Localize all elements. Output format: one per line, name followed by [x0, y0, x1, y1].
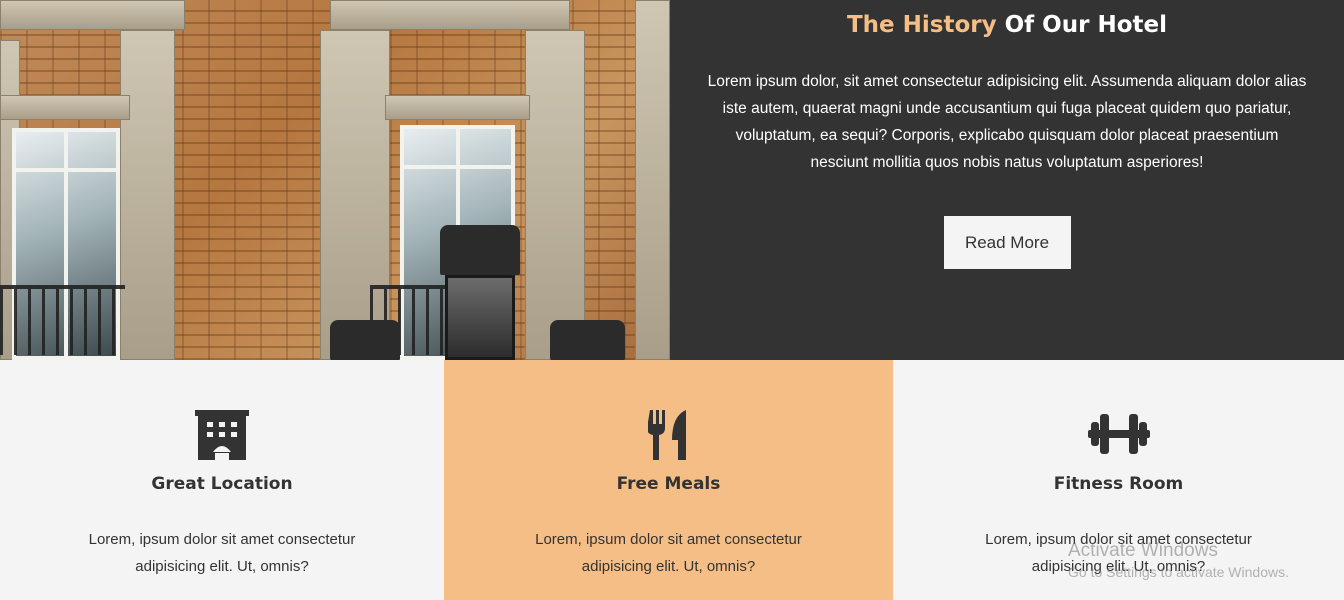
history-title-accent: The History: [846, 12, 997, 38]
feature-title: Free Meals: [616, 474, 721, 494]
history-title-rest: Of Our Hotel: [996, 12, 1167, 38]
feature-card-meals: Free Meals Lorem, ipsum dolor sit amet c…: [444, 360, 893, 600]
features-section: Great Location Lorem, ipsum dolor sit am…: [0, 360, 1344, 600]
utensils-icon: [646, 410, 690, 460]
dumbbell-icon: [1087, 410, 1150, 460]
hotel-facade-image: [0, 0, 670, 360]
history-section: The History Of Our Hotel Lorem ipsum dol…: [0, 0, 1344, 360]
feature-text: Lorem, ipsum dolor sit amet consectetur …: [985, 531, 1252, 575]
building-icon: [195, 410, 249, 460]
feature-title: Fitness Room: [1053, 474, 1184, 494]
feature-text: Lorem, ipsum dolor sit amet consectetur …: [88, 531, 356, 575]
read-more-button[interactable]: Read More: [943, 216, 1071, 269]
feature-card-fitness: Fitness Room Lorem, ipsum dolor sit amet…: [893, 360, 1344, 600]
history-title: The History Of Our Hotel: [670, 10, 1344, 40]
feature-title: Great Location: [151, 474, 293, 494]
feature-card-location: Great Location Lorem, ipsum dolor sit am…: [0, 360, 444, 600]
feature-text: Lorem, ipsum dolor sit amet consectetur …: [535, 531, 802, 575]
history-panel: The History Of Our Hotel Lorem ipsum dol…: [670, 0, 1344, 360]
history-description: Lorem ipsum dolor, sit amet consectetur …: [707, 73, 1307, 171]
